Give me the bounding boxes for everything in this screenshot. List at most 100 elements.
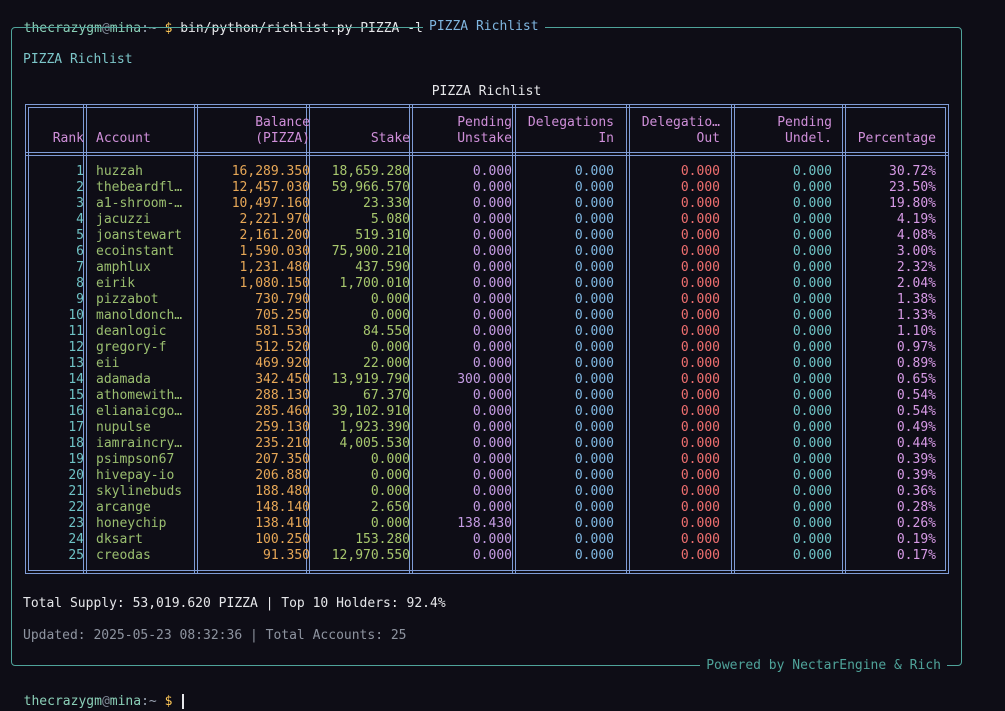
cell-pending-undel: 0.000 [792,420,832,435]
cell-pending-undel: 0.000 [792,196,832,211]
cell-pending-undel: 0.000 [792,372,832,387]
cell-percentage: 0.17% [896,548,936,563]
cell-pending-unstake: 0.000 [472,388,512,403]
cell-percentage: 1.38% [896,292,936,307]
cell-pending-unstake: 138.430 [457,516,512,531]
cell-account: joanstewart [96,228,183,243]
cell-delegations-out: 0.000 [680,292,720,307]
cell-stake: 0.000 [370,292,410,307]
table-row: 25 creodas 91.350 12,970.550 0.000 0.000 0.000… [26,548,948,564]
table-row: 16 elianaicgo… 285.460 39,102.910 0.000 0.000… [26,404,948,420]
cell-pending-unstake: 0.000 [472,356,512,371]
table-body: 1 huzzah 16,289.350 18,659.280 0.000 0.000 0.0… [26,164,948,564]
cell-pending-unstake: 0.000 [472,500,512,515]
cell-account: deanlogic [96,324,167,339]
cell-pending-unstake: 0.000 [472,276,512,291]
cell-delegations-in: 0.000 [574,212,614,227]
cell-pending-undel: 0.000 [792,548,832,563]
cell-pending-undel: 0.000 [792,212,832,227]
cell-account: iamraincry… [96,436,183,451]
column-header-pending-undel: Pending Undel. [777,115,832,146]
cell-account: arcange [96,500,151,515]
cell-rank: 5 [76,228,84,243]
table-row: 12 gregory-f 512.520 0.000 0.000 0.000 0.000 0.… [26,340,948,356]
cell-percentage: 0.36% [896,484,936,499]
cell-stake: 59,966.570 [331,180,410,195]
cell-delegations-out: 0.000 [680,404,720,419]
cell-balance: 730.790 [255,292,310,307]
cell-delegations-in: 0.000 [574,340,614,355]
cell-rank: 18 [68,436,84,451]
cell-delegations-out: 0.000 [680,260,720,275]
cell-balance: 285.460 [255,404,310,419]
cell-pending-undel: 0.000 [792,324,832,339]
cell-delegations-out: 0.000 [680,196,720,211]
cell-pending-undel: 0.000 [792,516,832,531]
cell-delegations-in: 0.000 [574,516,614,531]
cell-stake: 2.650 [370,500,410,515]
cell-pending-unstake: 0.000 [472,452,512,467]
table-row: 23 honeychip 138.410 0.000 138.430 0.000 0.000… [26,516,948,532]
cell-delegations-out: 0.000 [680,212,720,227]
cell-account: creodas [96,548,151,563]
prompt-user: thecrazygm [23,694,102,709]
cell-balance: 512.520 [255,340,310,355]
column-header-balance: Balance (PIZZA) [255,115,310,146]
cell-account: athomewith… [96,388,183,403]
text-cursor [182,694,185,709]
cell-pending-unstake: 0.000 [472,436,512,451]
cell-pending-undel: 0.000 [792,388,832,403]
cell-pending-undel: 0.000 [792,292,832,307]
cell-stake: 5.080 [370,212,410,227]
table-row: 18 iamraincry… 235.210 4,005.530 0.000 0.000 0… [26,436,948,452]
cell-rank: 20 [68,468,84,483]
cell-balance: 100.250 [255,532,310,547]
cell-account: amphlux [96,260,151,275]
cell-delegations-in: 0.000 [574,292,614,307]
cell-pending-undel: 0.000 [792,452,832,467]
column-header-stake: Stake [370,131,410,146]
cell-balance: 259.130 [255,420,310,435]
cell-delegations-in: 0.000 [574,484,614,499]
cell-account: manoldonch… [96,308,183,323]
cell-account: huzzah [96,164,143,179]
table-row: 1 huzzah 16,289.350 18,659.280 0.000 0.000 0.0… [26,164,948,180]
table-row: 24 dksart 100.250 153.280 0.000 0.000 0.000 0.0… [26,532,948,548]
cell-delegations-in: 0.000 [574,548,614,563]
cell-balance: 288.130 [255,388,310,403]
cell-balance: 206.880 [255,468,310,483]
cell-pending-unstake: 0.000 [472,532,512,547]
cell-balance: 2,221.970 [239,212,310,227]
cell-stake: 153.280 [355,532,410,547]
cell-rank: 3 [76,196,84,211]
table-row: 10 manoldonch… 705.250 0.000 0.000 0.000 0.000… [26,308,948,324]
cell-balance: 342.450 [255,372,310,387]
cell-percentage: 0.54% [896,404,936,419]
cell-pending-unstake: 0.000 [472,292,512,307]
cell-stake: 75,900.210 [331,244,410,259]
cell-balance: 148.140 [255,500,310,515]
cell-stake: 1,700.010 [339,276,410,291]
cell-stake: 519.310 [355,228,410,243]
cell-delegations-in: 0.000 [574,164,614,179]
cell-stake: 437.590 [355,260,410,275]
cell-delegations-in: 0.000 [574,308,614,323]
table-row: 6 ecoinstant 1,590.030 75,900.210 0.000 0.000… [26,244,948,260]
table-row: 3 a1-shroom-… 10,497.160 23.330 0.000 0.000 0.… [26,196,948,212]
richlist-panel: PIZZA Richlist PIZZA Richlist PIZZA Rich… [11,18,962,675]
cell-pending-unstake: 0.000 [472,196,512,211]
cell-stake: 18,659.280 [331,164,410,179]
cell-stake: 4,005.530 [339,436,410,451]
cell-pending-undel: 0.000 [792,532,832,547]
table-row: 11 deanlogic 581.530 84.550 0.000 0.000 0.000 0… [26,324,948,340]
cell-balance: 1,231.480 [239,260,310,275]
cell-balance: 188.480 [255,484,310,499]
column-header-delegations-out: Delegatio… Out [641,115,720,146]
command-prompt-line-bottom[interactable]: thecrazygm@mina:~ $ [8,675,185,709]
cell-stake: 84.550 [363,324,410,339]
table-row: 9 pizzabot 730.790 0.000 0.000 0.000 0.000 0.00… [26,292,948,308]
cell-balance: 2,161.200 [239,228,310,243]
cell-delegations-out: 0.000 [680,372,720,387]
cell-delegations-in: 0.000 [574,356,614,371]
cell-delegations-out: 0.000 [680,324,720,339]
